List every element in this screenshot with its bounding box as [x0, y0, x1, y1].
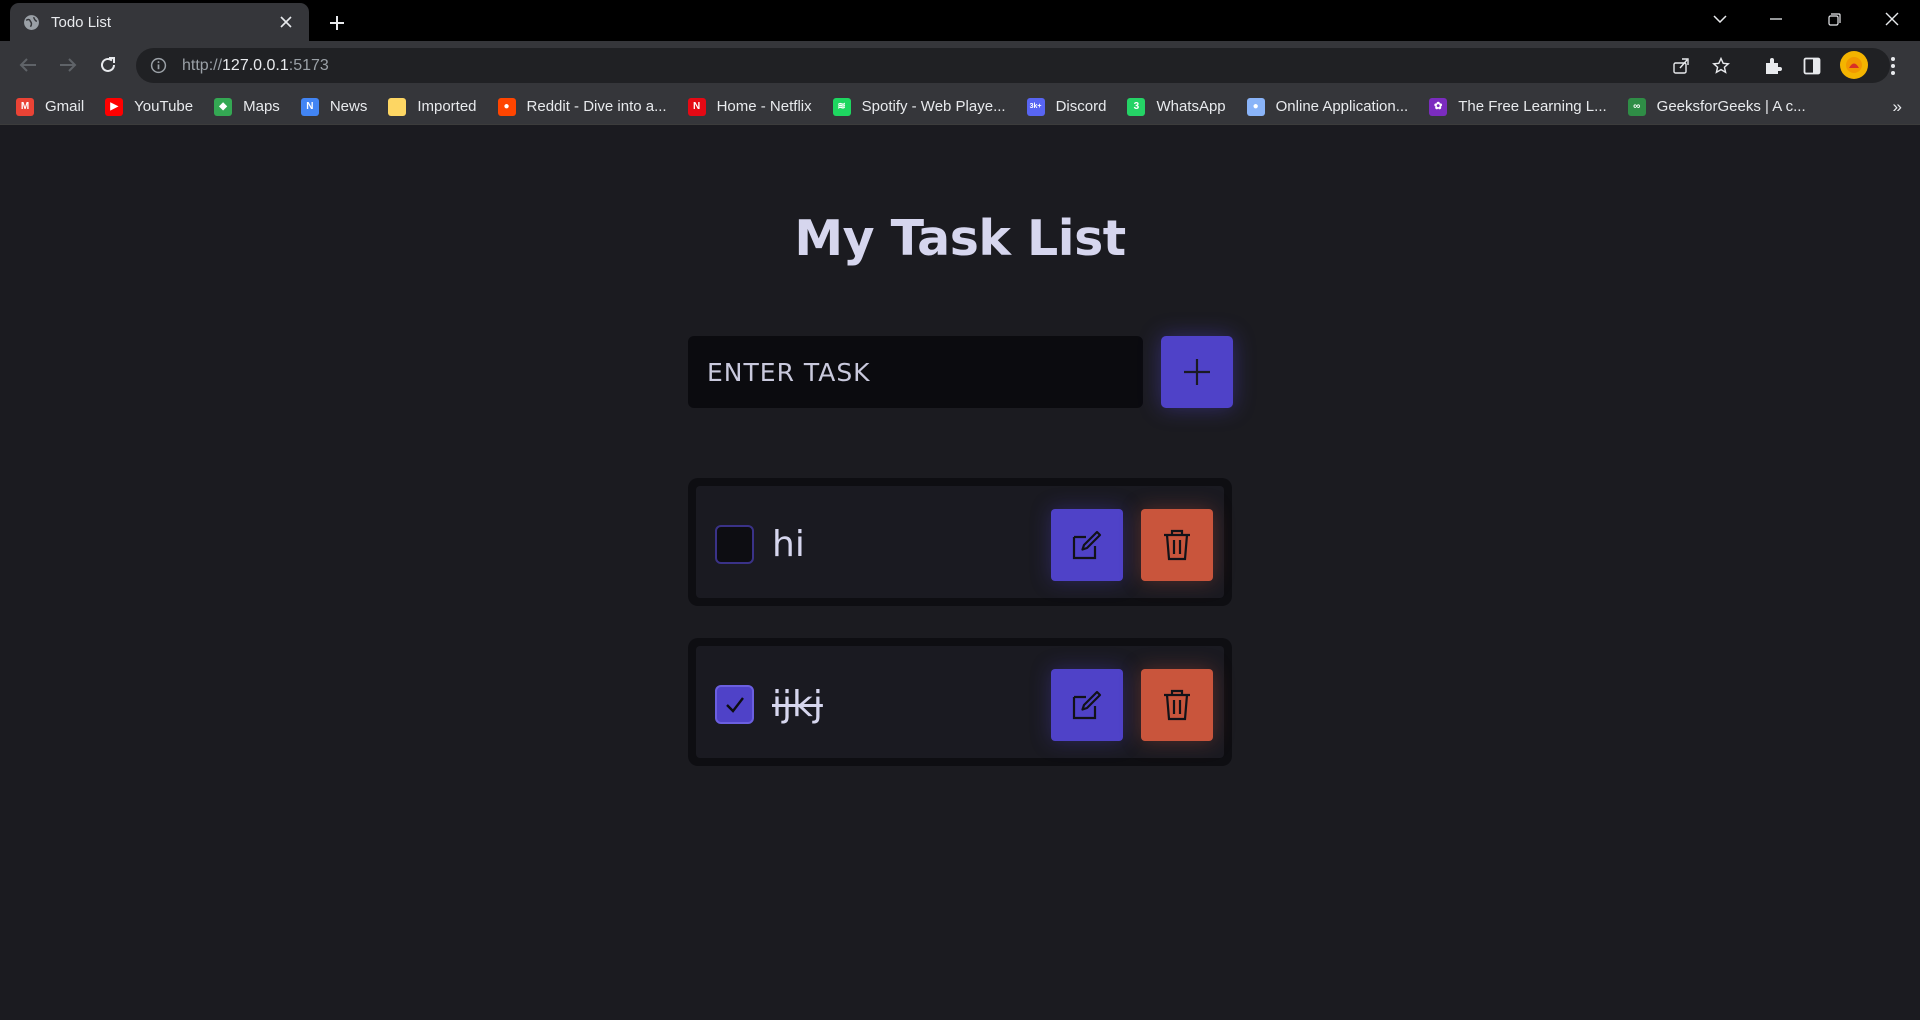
task-checkbox[interactable] — [715, 685, 754, 724]
task-text: ijkj — [772, 684, 823, 725]
bookmark-label: YouTube — [134, 98, 194, 115]
task-text: hi — [772, 524, 805, 565]
bookmark-item[interactable]: ✿ The Free Learning L... — [1429, 97, 1607, 116]
bookmark-item[interactable]: ▶ YouTube — [105, 97, 194, 116]
close-window-icon[interactable] — [1864, 0, 1920, 38]
bookmark-label: Discord — [1055, 98, 1107, 115]
task-checkbox[interactable] — [715, 525, 754, 564]
site-info-icon[interactable] — [150, 57, 167, 74]
bookmark-favicon-icon: ● — [1246, 97, 1265, 116]
bookmark-favicon-icon: 3k+ — [1026, 97, 1045, 116]
back-icon[interactable] — [16, 53, 40, 77]
address-bar[interactable]: http://127.0.0.1:5173 — [136, 48, 1890, 83]
restore-icon[interactable] — [1806, 0, 1862, 38]
bookmark-favicon-icon: ✿ — [1429, 97, 1448, 116]
bookmark-item[interactable]: Imported — [388, 97, 477, 116]
bookmark-label: Reddit - Dive into a... — [526, 98, 667, 115]
bookmark-label: Maps — [243, 98, 280, 115]
bookmark-favicon-icon: ● — [497, 97, 516, 116]
bookmark-item[interactable]: ● Online Application... — [1246, 97, 1409, 116]
task-item-body: hi — [696, 486, 1224, 598]
close-tab-icon[interactable] — [276, 12, 296, 32]
bookmark-favicon-icon: ∞ — [1627, 97, 1646, 116]
bookmark-favicon-icon: 3 — [1127, 97, 1146, 116]
edit-task-button[interactable] — [1051, 509, 1123, 581]
reload-icon[interactable] — [96, 53, 120, 77]
forward-icon[interactable] — [56, 53, 80, 77]
browser-toolbar: http://127.0.0.1:5173 — [0, 41, 1920, 89]
globe-icon — [24, 14, 39, 30]
task-item-body: ijkj — [696, 646, 1224, 758]
bookmark-item[interactable]: 3k+ Discord — [1026, 97, 1107, 116]
new-tab-icon[interactable] — [324, 10, 350, 36]
bookmark-item[interactable]: ≋ Spotify - Web Playe... — [832, 97, 1006, 116]
bookmark-item[interactable]: N Home - Netflix — [687, 97, 812, 116]
bookmark-favicon-icon — [388, 97, 407, 116]
bookmark-favicon-icon: N — [687, 97, 706, 116]
side-panel-icon[interactable] — [1801, 55, 1823, 77]
edit-pencil-icon — [1072, 690, 1102, 720]
edit-pencil-icon — [1072, 530, 1102, 560]
bookmark-label: Imported — [417, 98, 477, 115]
extensions-icon[interactable] — [1762, 55, 1784, 77]
bookmarks-overflow-icon[interactable]: » — [1893, 97, 1902, 117]
plus-icon — [1184, 359, 1210, 385]
bookmark-label: News — [329, 98, 368, 115]
app-page: My Task List hi ijkj — [0, 126, 1920, 1020]
trash-icon — [1164, 689, 1190, 721]
tab-title: Todo List — [51, 13, 112, 31]
bookmark-item[interactable]: ◆ Maps — [214, 97, 280, 116]
bookmark-label: The Free Learning L... — [1458, 98, 1607, 115]
bookmark-favicon-icon: ≋ — [832, 97, 851, 116]
bookmark-favicon-icon: M — [16, 97, 34, 116]
bookmark-item[interactable]: M Gmail — [16, 97, 85, 116]
task-input[interactable] — [688, 336, 1143, 408]
check-icon — [725, 696, 744, 713]
bookmark-item[interactable]: N News — [300, 97, 368, 116]
url-text: http://127.0.0.1:5173 — [182, 56, 329, 74]
delete-task-button[interactable] — [1141, 509, 1213, 581]
task-item: hi — [688, 478, 1232, 606]
bookmark-favicon-icon: ◆ — [214, 97, 233, 116]
profile-avatar[interactable] — [1840, 51, 1868, 79]
bookmark-label: GeeksforGeeks | A c... — [1656, 98, 1806, 115]
bookmark-label: Gmail — [45, 98, 85, 115]
bookmark-label: Home - Netflix — [716, 98, 812, 115]
bookmark-item[interactable]: ● Reddit - Dive into a... — [497, 97, 667, 116]
share-icon[interactable] — [1671, 56, 1691, 76]
page-title: My Task List — [794, 210, 1126, 267]
browser-tab[interactable]: Todo List — [10, 3, 309, 41]
bookmark-item[interactable]: ∞ GeeksforGeeks | A c... — [1627, 97, 1806, 116]
tab-strip: Todo List — [0, 0, 1920, 41]
bookmark-label: Online Application... — [1275, 98, 1409, 115]
tab-search-icon[interactable] — [1692, 0, 1748, 38]
bookmark-favicon-icon: N — [300, 97, 319, 116]
add-task-button[interactable] — [1161, 336, 1233, 408]
bookmark-item[interactable]: 3 WhatsApp — [1127, 97, 1226, 116]
bookmark-star-icon[interactable] — [1711, 56, 1731, 76]
bookmark-favicon-icon: ▶ — [105, 97, 124, 116]
edit-task-button[interactable] — [1051, 669, 1123, 741]
bookmarks-bar: M Gmail ▶ YouTube ◆ Maps N News Imported ● Reddit … — [0, 89, 1920, 125]
bookmark-label: Spotify - Web Playe... — [861, 98, 1006, 115]
menu-kebab-icon[interactable] — [1882, 55, 1904, 77]
minimize-icon[interactable] — [1748, 0, 1804, 38]
bookmark-label: WhatsApp — [1156, 98, 1226, 115]
trash-icon — [1164, 529, 1190, 561]
delete-task-button[interactable] — [1141, 669, 1213, 741]
task-item: ijkj — [688, 638, 1232, 766]
